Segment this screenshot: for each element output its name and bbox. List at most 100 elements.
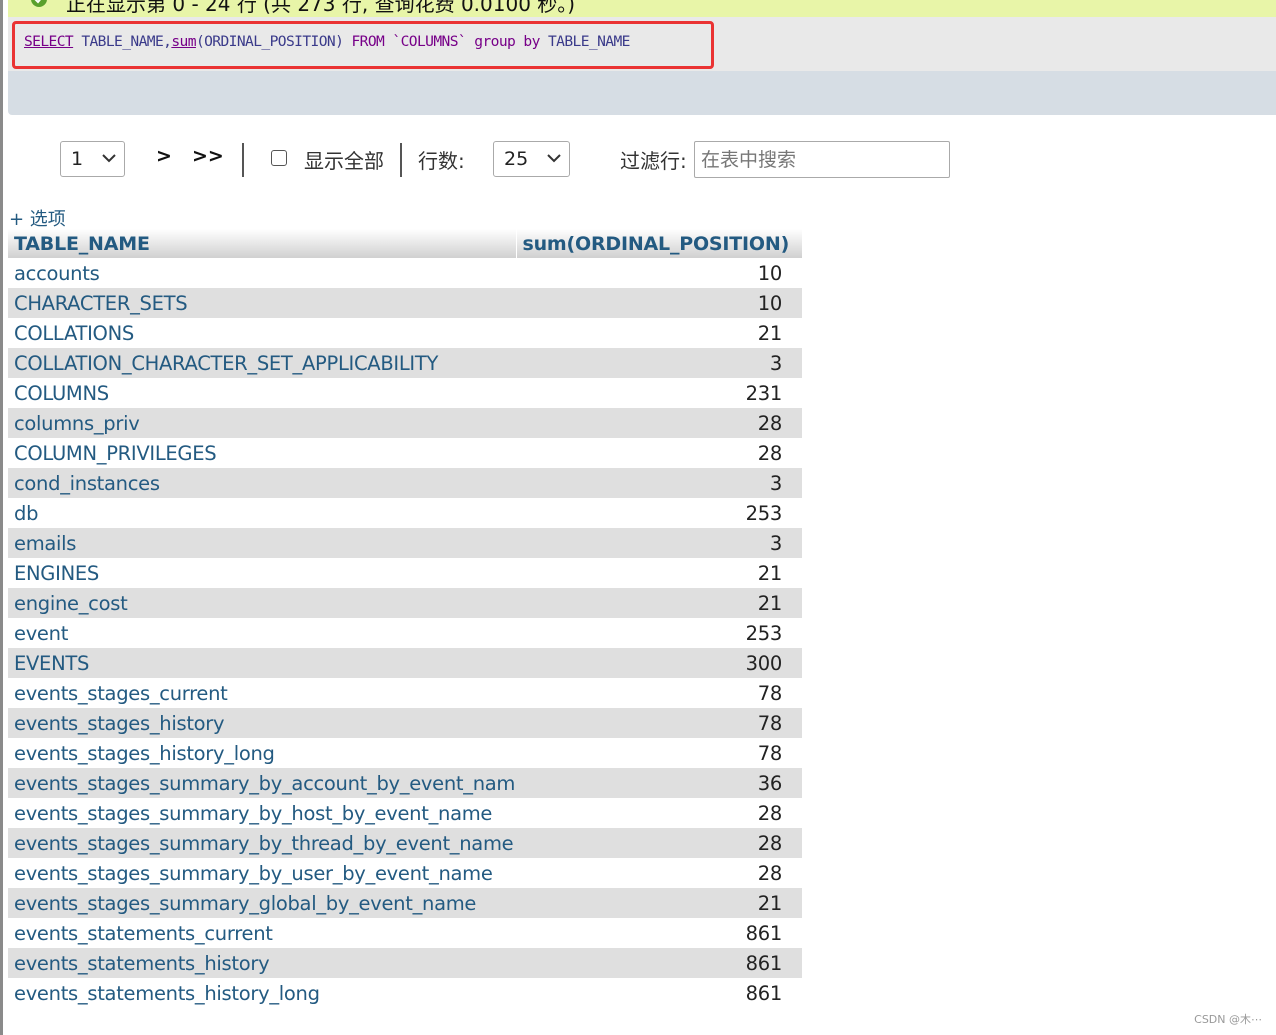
success-notice: 正在显示第 0 - 24 行 (共 273 行, 查询花费 0.0100 秒。) <box>8 0 1276 17</box>
cell-table-name: events_stages_summary_by_user_by_event_n… <box>8 858 516 888</box>
table-row[interactable]: cond_instances 3 <box>8 468 802 498</box>
cell-table-name: events_stages_current <box>8 678 516 708</box>
table-row[interactable]: COLUMN_PRIVILEGES 28 <box>8 438 802 468</box>
cell-sum-value: 36 <box>516 768 802 798</box>
sql-query[interactable]: SELECT TABLE_NAME,sum(ORDINAL_POSITION) … <box>24 33 630 50</box>
table-row[interactable]: ENGINES 21 <box>8 558 802 588</box>
table-row[interactable]: events_stages_summary_by_account_by_even… <box>8 768 802 798</box>
rows-per-page-select[interactable]: 25 <box>493 141 570 177</box>
filter-label: 过滤行: <box>620 149 687 173</box>
table-row[interactable]: COLUMNS 231 <box>8 378 802 408</box>
cell-sum-value: 28 <box>516 828 802 858</box>
cell-sum-value: 28 <box>516 798 802 828</box>
cell-table-name: events_stages_summary_by_host_by_event_n… <box>8 798 516 828</box>
cell-sum-value: 3 <box>516 348 802 378</box>
sql-table: `COLUMNS` <box>392 33 467 50</box>
sql-column: TABLE_NAME, <box>81 33 172 50</box>
cell-sum-value: 21 <box>516 558 802 588</box>
sql-query-box-footer <box>8 71 1276 115</box>
cell-sum-value: 28 <box>516 438 802 468</box>
table-row[interactable]: events_statements_history_long 861 <box>8 978 802 1008</box>
last-page-button[interactable]: >> <box>192 145 224 167</box>
cell-sum-value: 231 <box>516 378 802 408</box>
table-row[interactable]: COLLATIONS 21 <box>8 318 802 348</box>
sql-keyword-from: FROM <box>351 33 385 50</box>
notice-text: 正在显示第 0 - 24 行 (共 273 行, 查询花费 0.0100 秒。) <box>66 0 576 16</box>
table-header-row: TABLE_NAME sum(ORDINAL_POSITION) <box>8 229 802 258</box>
check-circle-icon <box>31 0 47 7</box>
column-header-sum[interactable]: sum(ORDINAL_POSITION) <box>515 229 802 258</box>
cell-table-name: COLLATION_CHARACTER_SET_APPLICABILITY <box>8 348 516 378</box>
page-select-value: 1 <box>71 148 84 170</box>
divider <box>400 143 402 177</box>
results-table: TABLE_NAME sum(ORDINAL_POSITION) account… <box>8 229 802 1008</box>
cell-sum-value: 3 <box>516 468 802 498</box>
cell-sum-value: 78 <box>516 678 802 708</box>
cell-sum-value: 21 <box>516 318 802 348</box>
page-select[interactable]: 1 <box>60 141 125 177</box>
cell-table-name: EVENTS <box>8 648 516 678</box>
chevron-down-icon <box>547 154 561 163</box>
cell-table-name: events_stages_summary_global_by_event_na… <box>8 888 516 918</box>
show-all-checkbox[interactable] <box>271 150 287 166</box>
cell-sum-value: 78 <box>516 738 802 768</box>
sql-keyword-group-by: group by <box>474 33 540 50</box>
show-all-label[interactable]: 显示全部 <box>304 145 384 174</box>
cell-table-name: db <box>8 498 516 528</box>
table-row[interactable]: events_stages_summary_by_user_by_event_n… <box>8 858 802 888</box>
table-row[interactable]: accounts 10 <box>8 258 802 288</box>
table-row[interactable]: events_statements_history 861 <box>8 948 802 978</box>
cell-sum-value: 10 <box>516 258 802 288</box>
table-row[interactable]: events_stages_history 78 <box>8 708 802 738</box>
table-row[interactable]: events_statements_current 861 <box>8 918 802 948</box>
table-row[interactable]: columns_priv 28 <box>8 408 802 438</box>
cell-table-name: columns_priv <box>8 408 516 438</box>
sql-function-sum[interactable]: sum <box>171 33 196 50</box>
watermark: CSDN @木⋯ <box>1194 1013 1262 1026</box>
cell-table-name: cond_instances <box>8 468 516 498</box>
column-header-table-name[interactable]: TABLE_NAME <box>8 229 516 258</box>
cell-sum-value: 10 <box>516 288 802 318</box>
table-row[interactable]: event 253 <box>8 618 802 648</box>
table-row[interactable]: events_stages_summary_by_host_by_event_n… <box>8 798 802 828</box>
table-row[interactable]: CHARACTER_SETS 10 <box>8 288 802 318</box>
cell-sum-value: 21 <box>516 888 802 918</box>
next-page-button[interactable]: > <box>156 145 172 167</box>
cell-sum-value: 28 <box>516 858 802 888</box>
cell-table-name: events_stages_history_long <box>8 738 516 768</box>
cell-table-name: CHARACTER_SETS <box>8 288 516 318</box>
cell-table-name: events_stages_history <box>8 708 516 738</box>
table-row[interactable]: db 253 <box>8 498 802 528</box>
cell-table-name: events_stages_summary_by_account_by_even… <box>8 768 516 798</box>
cell-sum-value: 253 <box>516 498 802 528</box>
table-row[interactable]: EVENTS 300 <box>8 648 802 678</box>
cell-table-name: event <box>8 618 516 648</box>
cell-table-name: events_statements_history <box>8 948 516 978</box>
cell-table-name: COLLATIONS <box>8 318 516 348</box>
table-row[interactable]: engine_cost 21 <box>8 588 802 618</box>
table-row[interactable]: events_stages_summary_by_thread_by_event… <box>8 828 802 858</box>
table-row[interactable]: emails 3 <box>8 528 802 558</box>
cell-sum-value: 861 <box>516 948 802 978</box>
pagination-bar: 1 > >> 显示全部 行数: 25 过滤行: <box>0 141 1276 178</box>
cell-table-name: engine_cost <box>8 588 516 618</box>
cell-table-name: COLUMNS <box>8 378 516 408</box>
cell-table-name: COLUMN_PRIVILEGES <box>8 438 516 468</box>
table-row[interactable]: COLLATION_CHARACTER_SET_APPLICABILITY 3 <box>8 348 802 378</box>
cell-sum-value: 78 <box>516 708 802 738</box>
rows-per-page-value: 25 <box>504 148 529 170</box>
cell-table-name: emails <box>8 528 516 558</box>
filter-rows-input[interactable] <box>694 141 950 178</box>
table-row[interactable]: events_stages_history_long 78 <box>8 738 802 768</box>
cell-table-name: accounts <box>8 258 516 288</box>
options-toggle[interactable]: + 选项 <box>9 205 66 231</box>
table-row[interactable]: events_stages_current 78 <box>8 678 802 708</box>
cell-table-name: ENGINES <box>8 558 516 588</box>
rows-label: 行数: <box>418 149 465 173</box>
sql-keyword-select[interactable]: SELECT <box>24 33 74 50</box>
cell-sum-value: 861 <box>516 918 802 948</box>
cell-table-name: events_statements_current <box>8 918 516 948</box>
table-row[interactable]: events_stages_summary_global_by_event_na… <box>8 888 802 918</box>
cell-table-name: events_statements_history_long <box>8 978 516 1008</box>
sql-group-column: TABLE_NAME <box>547 33 630 50</box>
